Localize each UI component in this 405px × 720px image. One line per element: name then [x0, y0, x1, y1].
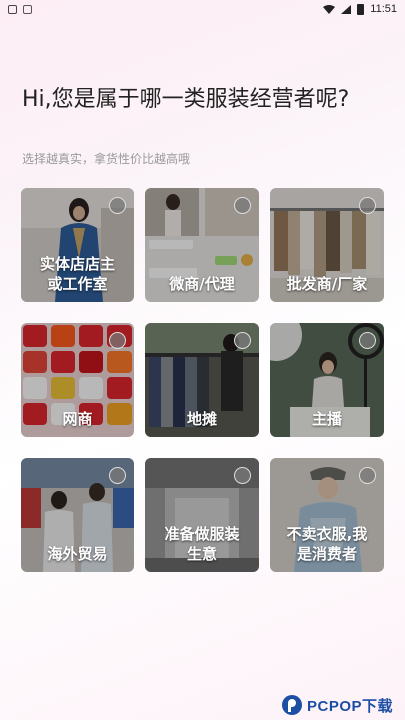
option-label: 网商: [62, 410, 93, 428]
option-radio[interactable]: [359, 332, 376, 349]
option-radio[interactable]: [109, 332, 126, 349]
battery-icon: [357, 3, 365, 15]
option-grid: 实体店店主 或工作室 微商/代理 批发商/厂家 网商 地摊 主播 海外贸易 准备…: [21, 188, 385, 572]
status-indicators: 11:51: [323, 3, 397, 15]
status-bar: 11:51: [0, 0, 405, 18]
option-radio[interactable]: [109, 197, 126, 214]
option-radio[interactable]: [234, 332, 251, 349]
status-notifications: [8, 4, 32, 14]
question-subtitle: 选择越真实，拿货性价比越高哦: [22, 152, 191, 166]
signal-icon: [341, 4, 352, 14]
option-radio[interactable]: [359, 467, 376, 484]
option-label: 微商/代理: [169, 275, 235, 293]
option-label: 海外贸易: [47, 545, 108, 563]
option-radio[interactable]: [234, 197, 251, 214]
option-card-online-seller[interactable]: 网商: [21, 323, 134, 437]
notification-a-icon: [23, 4, 32, 14]
option-radio[interactable]: [359, 197, 376, 214]
option-label: 地摊: [186, 410, 217, 428]
pcpop-logo-icon: [281, 695, 302, 715]
option-label: 批发商/厂家: [286, 275, 368, 293]
option-label: 主播: [311, 410, 342, 428]
option-card-planning-business[interactable]: 准备做服装 生意: [145, 458, 259, 572]
option-label: 实体店店主 或工作室: [39, 255, 115, 293]
notification-square-icon: [8, 4, 17, 14]
option-card-streamer[interactable]: 主播: [270, 323, 384, 437]
option-card-street-stall[interactable]: 地摊: [145, 323, 259, 437]
option-card-foreign-trade[interactable]: 海外贸易: [21, 458, 134, 572]
question-title: Hi,您是属于哪一类服装经营者呢?: [22, 87, 350, 112]
option-card-wechat-agent[interactable]: 微商/代理: [145, 188, 259, 302]
option-card-physical-store[interactable]: 实体店店主 或工作室: [21, 188, 134, 302]
option-radio[interactable]: [234, 467, 251, 484]
option-radio[interactable]: [109, 467, 126, 484]
status-time: 11:51: [370, 3, 397, 15]
wifi-icon: [323, 4, 336, 14]
option-label: 准备做服装 生意: [164, 525, 240, 563]
option-card-wholesaler[interactable]: 批发商/厂家: [270, 188, 384, 302]
watermark: PCPOP下载: [281, 694, 393, 716]
watermark-text: PCPOP下载: [306, 697, 393, 715]
option-label: 不卖衣服,我 是消费者: [286, 525, 368, 563]
option-card-consumer[interactable]: 不卖衣服,我 是消费者: [270, 458, 384, 572]
